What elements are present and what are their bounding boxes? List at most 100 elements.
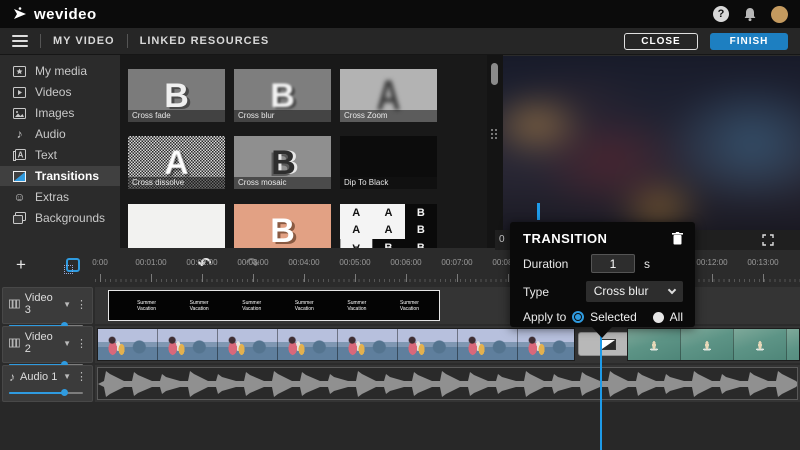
hamburger-menu-icon[interactable]	[12, 35, 28, 47]
sidebar-item-backgrounds[interactable]: Backgrounds	[0, 208, 120, 228]
transition-card-row3-3[interactable]: A A B A A B A B B	[340, 204, 437, 248]
track-lane-video2[interactable]	[95, 326, 800, 363]
chevron-down-icon	[668, 286, 676, 294]
clip-thumbnail	[734, 329, 787, 360]
grid-cell: B	[405, 239, 437, 248]
ruler-label: 00:04:00	[288, 258, 319, 267]
extras-icon: ☺	[13, 191, 26, 204]
sidebar-item-transitions[interactable]: Transitions	[0, 166, 120, 186]
track-menu-icon[interactable]: ⋮	[76, 298, 87, 311]
transition-popup: TRANSITION Duration s Type Cross blur Ap…	[510, 222, 695, 327]
audio-clip[interactable]	[97, 367, 798, 400]
sidebar-item-text[interactable]: A Text	[0, 145, 120, 165]
text-icon: A	[13, 149, 26, 162]
type-label: Type	[523, 285, 586, 299]
delete-transition-icon[interactable]	[672, 232, 683, 245]
preview-timecode: 0	[499, 234, 505, 245]
track-menu-icon[interactable]: ⋮	[76, 337, 87, 350]
transition-card-label: Cross blur	[234, 110, 331, 122]
ruler-label: 00:12:00	[696, 258, 727, 267]
menu-linked-resources[interactable]: LINKED RESOURCES	[140, 35, 270, 47]
transition-card-label: Dip To Black	[340, 177, 437, 189]
type-select-value: Cross blur	[594, 284, 649, 298]
sidebar-item-images[interactable]: Images	[0, 103, 120, 123]
sidebar-item-label: Backgrounds	[35, 211, 105, 225]
wevideo-logo[interactable]: wevideo	[12, 6, 97, 23]
sidebar-item-videos[interactable]: Videos	[0, 82, 120, 102]
track-menu-icon[interactable]: ⋮	[76, 370, 87, 383]
playhead[interactable]	[600, 330, 602, 450]
transitions-panel: B Cross fade B Cross blur A Cross Zoom A…	[120, 55, 487, 248]
clip-thumbnail	[518, 329, 575, 360]
select-tool-icon[interactable]	[66, 258, 80, 272]
transition-type-select[interactable]: Cross blur	[586, 281, 683, 302]
chevron-down-icon[interactable]: ▼	[63, 339, 71, 348]
video-clip-surf[interactable]	[627, 328, 800, 361]
track-name: Video 3	[25, 292, 58, 316]
clip-title-thumb: SummerVacation	[347, 300, 366, 312]
apply-to-label: Apply to	[523, 310, 572, 324]
transition-card-cross-mosaic[interactable]: B Cross mosaic	[234, 136, 331, 189]
chevron-down-icon[interactable]: ▼	[63, 300, 71, 309]
popup-pointer	[592, 327, 612, 338]
ruler-label: 00:07:00	[441, 258, 472, 267]
transition-card-dip-to-black[interactable]: Dip To Black	[340, 136, 437, 189]
user-avatar[interactable]	[771, 6, 788, 23]
popup-title: TRANSITION	[523, 231, 672, 246]
track-header-video2[interactable]: Video 2 ▼ ⋮	[2, 326, 93, 363]
duration-input[interactable]	[591, 254, 635, 273]
video-track-icon	[9, 338, 20, 348]
radio-selected[interactable]: Selected	[572, 310, 637, 324]
audio-icon: ♪	[13, 128, 26, 141]
chevron-down-icon[interactable]: ▼	[63, 372, 71, 381]
radio-all[interactable]: All	[653, 310, 683, 324]
fullscreen-icon[interactable]	[762, 234, 774, 246]
menu-my-video[interactable]: MY VIDEO	[53, 35, 115, 47]
sidebar-item-extras[interactable]: ☺ Extras	[0, 187, 120, 207]
ruler-label: 00:13:00	[747, 258, 778, 267]
duration-label: Duration	[523, 257, 591, 271]
text-clip-summer-vacation[interactable]: SummerVacation SummerVacation SummerVaca…	[108, 290, 440, 321]
transition-card-row3-2[interactable]: B	[234, 204, 331, 248]
track-volume-slider[interactable]	[9, 389, 87, 397]
clip-title-thumb: SummerVacation	[400, 300, 419, 312]
grid-cell: A	[340, 239, 372, 248]
videos-icon	[13, 86, 26, 99]
bell-icon[interactable]	[743, 7, 757, 22]
clip-title-thumb: SummerVacation	[190, 300, 209, 312]
sidebar-item-my-media[interactable]: My media	[0, 61, 120, 81]
transition-card-cross-dissolve[interactable]: A Cross dissolve	[128, 136, 225, 189]
track-lane-audio1[interactable]	[95, 365, 800, 402]
video-clip-beach[interactable]	[97, 328, 575, 361]
add-track-button[interactable]: +	[16, 256, 26, 273]
sidebar-item-audio[interactable]: ♪ Audio	[0, 124, 120, 144]
grid-cell: A	[372, 222, 404, 240]
my-media-icon	[13, 65, 26, 78]
finish-button[interactable]: FINISH	[710, 33, 788, 50]
transition-card-cross-zoom[interactable]: A Cross Zoom	[340, 69, 437, 122]
divider	[40, 34, 41, 48]
divider	[127, 34, 128, 48]
track-header-video3[interactable]: Video 3 ▼ ⋮	[2, 287, 93, 324]
close-button[interactable]: CLOSE	[624, 33, 698, 50]
video-preview[interactable]	[503, 56, 800, 230]
track-header-audio1[interactable]: ♪ Audio 1 ▼ ⋮	[2, 365, 93, 402]
grid-cell: B	[405, 204, 437, 222]
audio-track-icon: ♪	[9, 371, 15, 383]
logo-text: wevideo	[34, 6, 97, 23]
help-icon[interactable]: ?	[713, 6, 729, 22]
clip-title-thumb: SummerVacation	[295, 300, 314, 312]
panel-resize-handle[interactable]	[491, 129, 497, 139]
transition-card-cross-blur[interactable]: B Cross blur	[234, 69, 331, 122]
sidebar-item-label: Text	[35, 148, 57, 162]
ruler-label: 00:06:00	[390, 258, 421, 267]
clip-thumbnail	[681, 329, 734, 360]
transition-card-label: Cross mosaic	[234, 177, 331, 189]
clip-thumbnail	[338, 329, 398, 360]
scrollbar-thumb[interactable]	[491, 63, 498, 85]
transition-card-row3-1[interactable]	[128, 204, 225, 248]
sidebar-item-label: Videos	[35, 85, 71, 99]
duration-unit: s	[644, 257, 650, 271]
transition-card-cross-fade[interactable]: B Cross fade	[128, 69, 225, 122]
track-name: Audio 1	[20, 371, 58, 383]
